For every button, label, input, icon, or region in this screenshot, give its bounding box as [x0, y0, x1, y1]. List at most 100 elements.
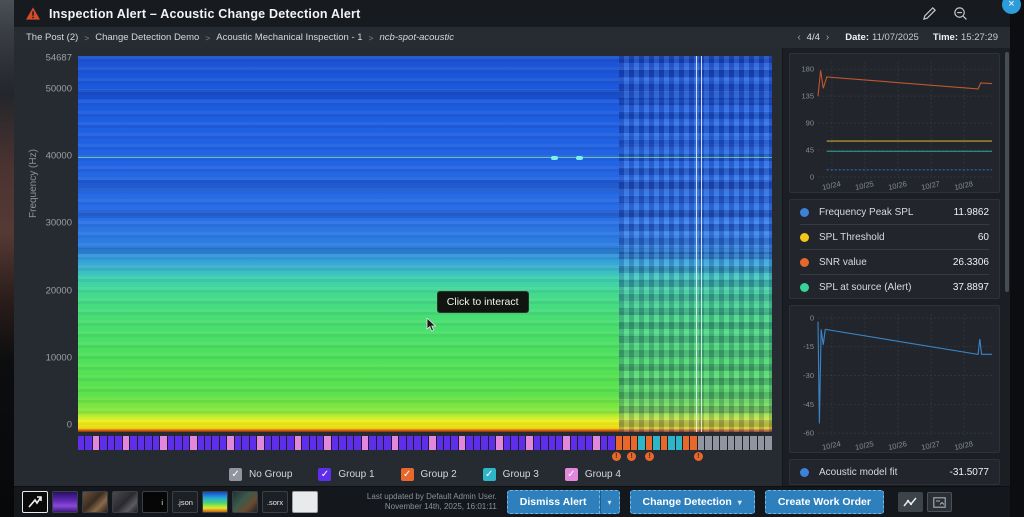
group-strip-block[interactable]: [668, 436, 675, 450]
group-strip-block[interactable]: [107, 436, 115, 450]
group-strip-block[interactable]: [585, 436, 593, 450]
group-strip-block[interactable]: [197, 436, 204, 450]
group-strip-block[interactable]: [436, 436, 443, 450]
group-toggle-group-3[interactable]: ✓ Group 3: [482, 468, 539, 481]
group-strip-block[interactable]: [675, 436, 682, 450]
group-strip-block[interactable]: [302, 436, 309, 450]
breadcrumb-item[interactable]: Acoustic Mechanical Inspection - 1: [216, 32, 362, 43]
page-next-arrow[interactable]: ›: [824, 32, 831, 43]
group-strip-block[interactable]: [122, 436, 130, 450]
group-strip-block[interactable]: [443, 436, 451, 450]
group-strip-block[interactable]: [712, 436, 720, 450]
group-toggle-no-group[interactable]: ✓ No Group: [229, 468, 292, 481]
group-strip-block[interactable]: [414, 436, 421, 450]
checkbox-checked-icon[interactable]: ✓: [482, 468, 496, 481]
group-strip-block[interactable]: [518, 436, 526, 450]
group-strip-block[interactable]: [615, 436, 623, 450]
group-strip-block[interactable]: [346, 436, 354, 450]
group-strip-block[interactable]: [570, 436, 578, 450]
checkbox-checked-icon[interactable]: ✓: [400, 468, 414, 481]
photo-thumbnail-2[interactable]: [112, 491, 138, 513]
group-strip-block[interactable]: [115, 436, 122, 450]
checkbox-checked-icon[interactable]: ✓: [318, 468, 332, 481]
group-strip-block[interactable]: [481, 436, 488, 450]
group-strip-block[interactable]: [727, 436, 735, 450]
group-strip-block[interactable]: [130, 436, 137, 450]
create-work-order-button[interactable]: Create Work Order: [764, 490, 884, 514]
group-strip-block[interactable]: [331, 436, 339, 450]
group-strip-block[interactable]: [541, 436, 548, 450]
group-strip-block[interactable]: [160, 436, 167, 450]
group-strip-block[interactable]: [175, 436, 182, 450]
group-strip-block[interactable]: [496, 436, 503, 450]
group-strip-block[interactable]: [92, 436, 100, 450]
group-strip-block[interactable]: [578, 436, 585, 450]
group-strip-block[interactable]: [750, 436, 757, 450]
waveform-arrow-thumbnail[interactable]: [22, 491, 48, 513]
group-strip-block[interactable]: [526, 436, 533, 450]
checkbox-checked-icon[interactable]: ✓: [564, 468, 578, 481]
alert-marker-icon[interactable]: !: [611, 452, 621, 461]
group-strip-block[interactable]: [152, 436, 160, 450]
group-strip-block[interactable]: [645, 436, 653, 450]
group-strip-block[interactable]: [145, 436, 152, 450]
group-strip-block[interactable]: [272, 436, 279, 450]
group-strip-block[interactable]: [100, 436, 107, 450]
edit-pencil-icon[interactable]: [922, 6, 937, 21]
group-strip-block[interactable]: [78, 436, 85, 450]
group-strip-block[interactable]: [376, 436, 384, 450]
spectrogram-plot[interactable]: Click to interact: [78, 56, 772, 432]
group-strip-block[interactable]: [488, 436, 496, 450]
page-prev-arrow[interactable]: ‹: [795, 32, 802, 43]
color-spectrogram-thumbnail[interactable]: [202, 491, 228, 513]
group-strip-block[interactable]: [563, 436, 570, 450]
group-strip-block[interactable]: [354, 436, 361, 450]
group-strip-block[interactable]: [735, 436, 742, 450]
group-strip-block[interactable]: [421, 436, 429, 450]
group-strip-block[interactable]: [234, 436, 242, 450]
group-strip-block[interactable]: [190, 436, 197, 450]
group-strip-block[interactable]: [182, 436, 190, 450]
group-strip-block[interactable]: [533, 436, 541, 450]
breadcrumb-item[interactable]: Change Detection Demo: [95, 32, 199, 43]
sorx-file-thumbnail[interactable]: .sorx: [262, 491, 288, 513]
black-info-thumbnail[interactable]: i: [142, 491, 168, 513]
report-view-button[interactable]: [927, 492, 952, 512]
group-strip-block[interactable]: [466, 436, 473, 450]
zoom-out-icon[interactable]: [953, 6, 968, 21]
group-strip-block[interactable]: [317, 436, 324, 450]
group-strip-block[interactable]: [757, 436, 765, 450]
purple-spectrogram-thumbnail[interactable]: [52, 491, 78, 513]
dismiss-alert-dropdown[interactable]: ▾: [599, 490, 620, 514]
group-strip-block[interactable]: [653, 436, 660, 450]
group-strip-block[interactable]: [600, 436, 608, 450]
sidebar-scrollbar[interactable]: [1005, 52, 1009, 292]
group-strip-block[interactable]: [765, 436, 772, 450]
alert-marker-icon[interactable]: !: [645, 452, 655, 461]
model-fit-chart-panel[interactable]: 0 -15 -30 -45 -60 10/24 10/25 10/26 10/27 10/28: [789, 305, 1000, 453]
group-strip-block[interactable]: [137, 436, 145, 450]
group-strip-block[interactable]: [720, 436, 727, 450]
white-document-thumbnail[interactable]: [292, 491, 318, 513]
group-strip-block[interactable]: [429, 436, 436, 450]
group-strip-block[interactable]: [556, 436, 563, 450]
group-strip-block[interactable]: [279, 436, 287, 450]
group-strip-block[interactable]: [309, 436, 316, 450]
spl-trend-chart-panel[interactable]: 180 135 90 45 0 10/24 10/25 10/26 10/27 10/28: [789, 53, 1000, 193]
group-toggle-group-4[interactable]: ✓ Group 4: [564, 468, 621, 481]
group-strip-block[interactable]: [458, 436, 466, 450]
group-strip-block[interactable]: [623, 436, 630, 450]
group-strip-block[interactable]: [242, 436, 249, 450]
change-detection-button[interactable]: Change Detection ▾: [629, 490, 755, 514]
group-strip-block[interactable]: [324, 436, 331, 450]
group-strip-block[interactable]: [212, 436, 219, 450]
group-strip-block[interactable]: [287, 436, 294, 450]
group-strip-block[interactable]: [705, 436, 712, 450]
dismiss-alert-button[interactable]: Dismiss Alert: [506, 490, 600, 514]
group-strip-block[interactable]: [399, 436, 406, 450]
photo-thumbnail-3[interactable]: [232, 491, 258, 513]
group-strip-block[interactable]: [503, 436, 511, 450]
breadcrumb-item[interactable]: ncb-spot-acoustic: [380, 32, 454, 43]
group-strip-block[interactable]: [294, 436, 302, 450]
alert-marker-icon[interactable]: !: [627, 452, 637, 461]
